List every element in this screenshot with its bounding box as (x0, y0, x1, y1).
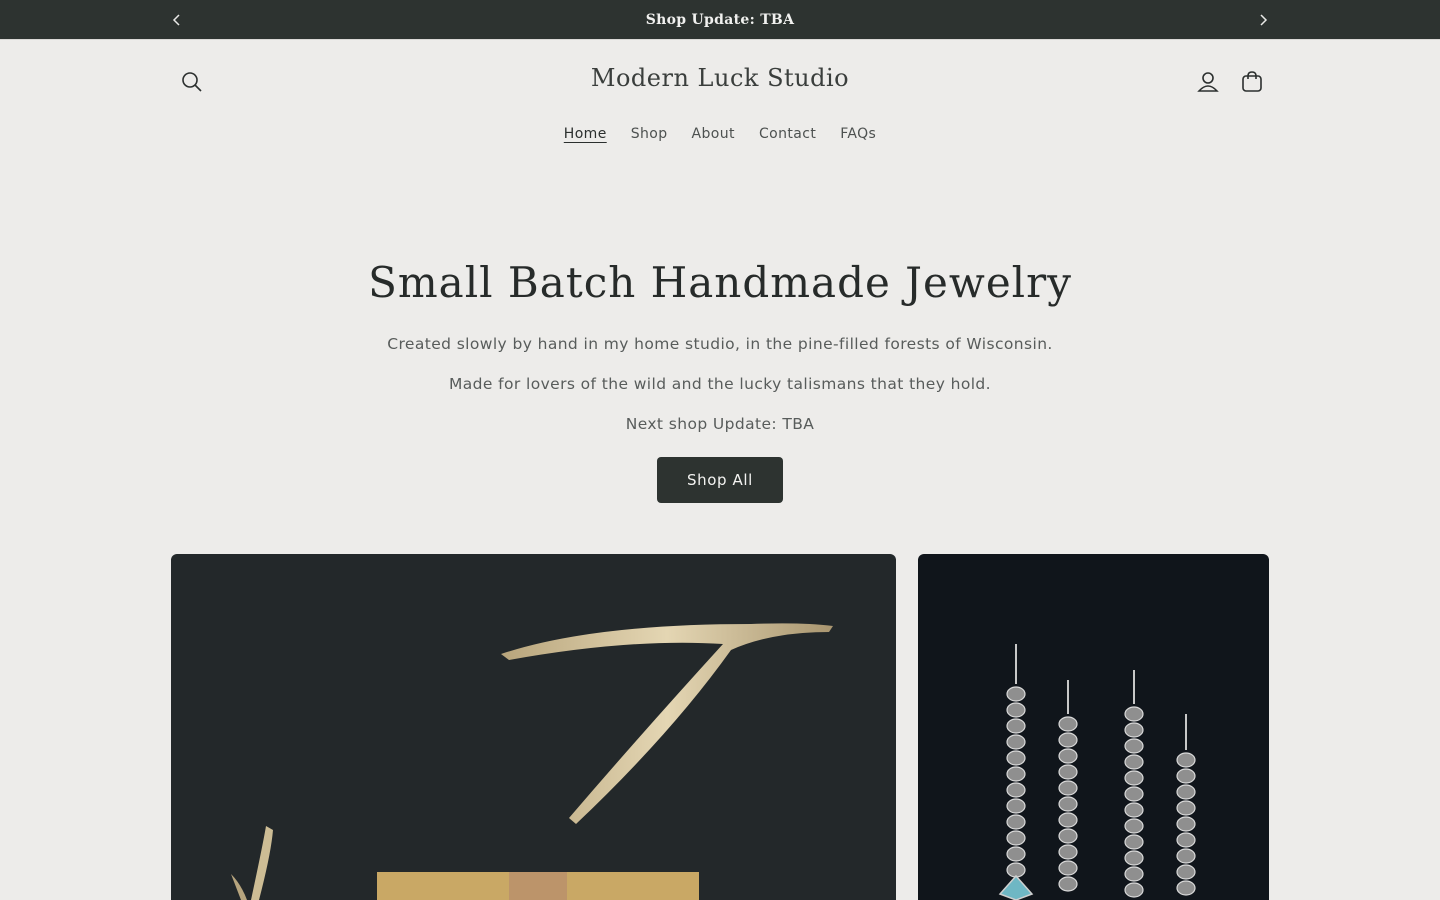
chain-earrings-photo[interactable] (918, 554, 1269, 900)
hero-section: Small Batch Handmade Jewelry Created slo… (0, 174, 1440, 503)
wishbone-illustration (231, 623, 833, 900)
announcement-next-button[interactable] (1248, 0, 1278, 39)
hero-text-3: Next shop Update: TBA (625, 415, 815, 433)
wishbone-photo[interactable] (171, 554, 896, 900)
earrings-illustration (998, 644, 1196, 900)
nav-shop[interactable]: Shop (619, 124, 680, 144)
cart-icon (1242, 71, 1262, 92)
nav-contact[interactable]: Contact (747, 124, 828, 144)
account-button[interactable] (1188, 62, 1228, 102)
shop-all-button[interactable]: Shop All (657, 457, 783, 503)
hero-title: Small Batch Handmade Jewelry (368, 258, 1072, 307)
nav-home[interactable]: Home (552, 124, 619, 144)
cart-button[interactable] (1232, 62, 1272, 102)
site-header: Modern Luck Studio Home Shop About Conta… (0, 39, 1440, 174)
chevron-left-icon (172, 13, 180, 26)
image-gallery (171, 554, 1269, 900)
announcement-bar: Shop Update: TBA (0, 0, 1440, 39)
chevron-right-icon (1260, 13, 1268, 26)
announcement-prev-button[interactable] (162, 0, 192, 39)
announcement-message: Shop Update: TBA (645, 11, 795, 28)
nav-faqs[interactable]: FAQs (828, 124, 888, 144)
nav-about[interactable]: About (680, 124, 747, 144)
hero-text-1: Created slowly by hand in my home studio… (387, 335, 1053, 353)
hero-text-2: Made for lovers of the wild and the luck… (448, 375, 991, 393)
account-icon (1197, 72, 1219, 92)
main-nav: Home Shop About Contact FAQs (0, 124, 1440, 144)
